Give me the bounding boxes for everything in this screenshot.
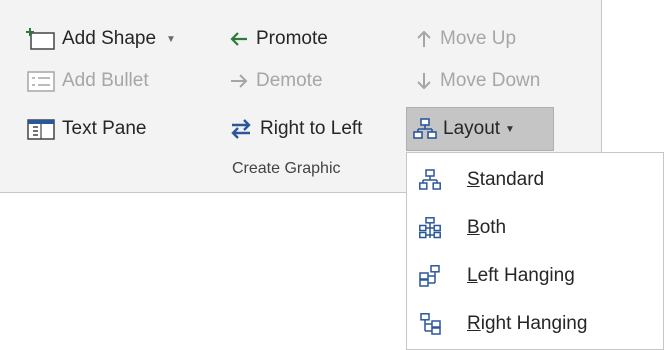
move-up-label: Move Up bbox=[440, 28, 517, 49]
arrow-down-icon bbox=[414, 71, 434, 91]
layout-menu: Standard Both Left Hanging Right Hanging bbox=[406, 152, 664, 350]
menu-item-label: Right Hanging bbox=[467, 313, 588, 334]
add-shape-button[interactable]: Add Shape ▼ bbox=[26, 22, 176, 56]
menu-item-label: Left Hanging bbox=[467, 265, 575, 286]
layout-dropdown-button[interactable]: Layout ▼ bbox=[406, 107, 554, 151]
layout-label: Layout bbox=[443, 118, 501, 139]
demote-label: Demote bbox=[256, 70, 323, 91]
standard-layout-icon bbox=[419, 169, 441, 191]
group-label: Create Graphic bbox=[232, 160, 341, 177]
move-down-label: Move Down bbox=[440, 70, 541, 91]
add-bullet-button[interactable]: Add Bullet bbox=[26, 64, 149, 98]
move-down-button[interactable]: Move Down bbox=[414, 64, 540, 98]
right-to-left-button[interactable]: Right to Left bbox=[228, 112, 362, 146]
move-up-button[interactable]: Move Up bbox=[414, 22, 516, 56]
add-bullet-label: Add Bullet bbox=[62, 70, 149, 91]
chevron-down-icon: ▼ bbox=[505, 123, 515, 135]
demote-button[interactable]: Demote bbox=[228, 64, 323, 98]
text-pane-button[interactable]: Text Pane bbox=[26, 112, 147, 146]
promote-button[interactable]: Promote bbox=[228, 22, 328, 56]
right-to-left-label: Right to Left bbox=[260, 118, 363, 139]
text-pane-icon bbox=[26, 117, 56, 141]
add-bullet-icon bbox=[26, 69, 56, 93]
menu-item-label: Both bbox=[467, 217, 507, 238]
both-layout-icon bbox=[419, 217, 441, 239]
menu-item-left-hanging[interactable]: Left Hanging bbox=[407, 253, 663, 299]
right-to-left-icon bbox=[228, 116, 254, 142]
chevron-down-icon[interactable]: ▼ bbox=[166, 34, 176, 45]
arrow-right-icon bbox=[228, 71, 250, 91]
menu-item-right-hanging[interactable]: Right Hanging bbox=[407, 301, 663, 347]
menu-item-both[interactable]: Both bbox=[407, 205, 663, 251]
arrow-left-icon bbox=[228, 29, 250, 49]
right-hanging-icon bbox=[419, 313, 441, 335]
menu-item-label: Standard bbox=[467, 169, 545, 190]
menu-item-standard[interactable]: Standard bbox=[407, 157, 663, 203]
text-pane-label: Text Pane bbox=[62, 118, 147, 139]
left-hanging-icon bbox=[419, 265, 441, 287]
arrow-up-icon bbox=[414, 29, 434, 49]
add-shape-label: Add Shape bbox=[62, 28, 157, 49]
org-chart-icon bbox=[413, 117, 437, 141]
add-shape-icon bbox=[26, 27, 56, 51]
promote-label: Promote bbox=[256, 28, 328, 49]
